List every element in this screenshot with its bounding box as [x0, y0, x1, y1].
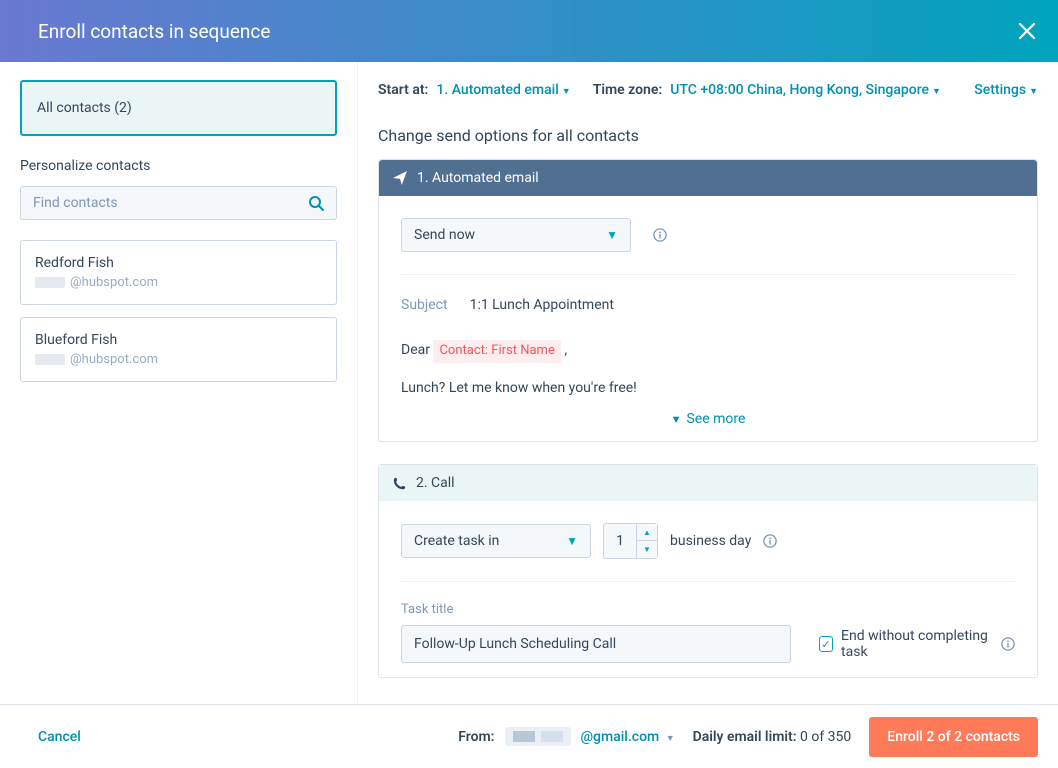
modal-header: Enroll contacts in sequence	[0, 0, 1058, 62]
contact-email: @hubspot.com	[35, 275, 322, 290]
chevron-down-icon: ▼	[562, 87, 571, 97]
chevron-down-icon: ▼	[932, 87, 941, 97]
body-line: Lunch? Let me know when you're free!	[401, 377, 1015, 399]
contact-card[interactable]: Blueford Fish @hubspot.com	[20, 317, 337, 382]
step-automated-email: 1. Automated email Send now ▼ Subject 1:…	[378, 159, 1038, 442]
from-domain-dropdown[interactable]: @gmail.com ▼	[581, 729, 675, 745]
send-timing-dropdown[interactable]: Send now ▼	[401, 218, 631, 252]
contact-email: @hubspot.com	[35, 352, 322, 367]
email-body-preview: Dear Contact: First Name , Lunch? Let me…	[401, 339, 1015, 399]
see-more-link[interactable]: ▼See more	[401, 411, 1015, 427]
step-title: 2. Call	[416, 475, 455, 491]
chevron-down-icon: ▼	[671, 413, 682, 426]
subject-label: Subject	[401, 297, 448, 313]
info-icon[interactable]	[1001, 637, 1015, 651]
footer: Cancel From: @gmail.com ▼ Daily email li…	[0, 704, 1058, 768]
from-label: From:	[458, 729, 494, 745]
redacted-box	[35, 277, 65, 288]
task-title-input[interactable]	[401, 625, 791, 663]
info-icon[interactable]	[763, 534, 777, 548]
content: Start at: 1. Automated email▼ Time zone:…	[358, 62, 1058, 704]
all-contacts-tab[interactable]: All contacts (2)	[20, 80, 337, 136]
stepper-up[interactable]: ▲	[637, 524, 657, 541]
chevron-down-icon: ▼	[566, 534, 578, 548]
paper-plane-icon	[393, 171, 407, 185]
timezone-dropdown[interactable]: UTC +08:00 China, Hong Kong, Singapore▼	[670, 82, 941, 98]
change-options-heading: Change send options for all contacts	[378, 126, 1038, 145]
search-box[interactable]	[20, 186, 337, 220]
from-email-pill[interactable]	[505, 727, 571, 746]
greeting-suffix: ,	[564, 342, 567, 358]
days-input[interactable]	[604, 525, 636, 557]
checkbox-icon: ✓	[819, 636, 833, 652]
cancel-button[interactable]: Cancel	[38, 729, 81, 745]
redacted-box	[35, 354, 65, 365]
content-topbar: Start at: 1. Automated email▼ Time zone:…	[378, 82, 1038, 98]
chevron-down-icon: ▼	[1029, 87, 1038, 97]
chevron-down-icon: ▼	[666, 734, 675, 744]
step-header[interactable]: 2. Call	[379, 465, 1037, 501]
step-header[interactable]: 1. Automated email	[379, 160, 1037, 196]
contact-name: Redford Fish	[35, 255, 322, 271]
timezone-label: Time zone:	[593, 82, 662, 98]
business-day-label: business day	[670, 533, 751, 549]
email-suffix: @hubspot.com	[70, 352, 158, 367]
greeting-prefix: Dear	[401, 342, 433, 358]
email-suffix: @hubspot.com	[70, 275, 158, 290]
contact-name: Blueford Fish	[35, 332, 322, 348]
personalize-label: Personalize contacts	[20, 158, 337, 174]
search-input[interactable]	[33, 195, 308, 211]
start-at-dropdown[interactable]: 1. Automated email▼	[436, 82, 570, 98]
create-task-dropdown[interactable]: Create task in ▼	[401, 524, 591, 558]
start-at-label: Start at:	[378, 82, 428, 98]
chevron-down-icon: ▼	[606, 228, 618, 242]
subject-value: 1:1 Lunch Appointment	[470, 297, 614, 313]
search-icon[interactable]	[308, 195, 324, 211]
modal-title: Enroll contacts in sequence	[38, 20, 270, 43]
step-call: 2. Call Create task in ▼ ▲ ▼ bus	[378, 464, 1038, 678]
close-icon[interactable]	[1018, 22, 1036, 40]
settings-link[interactable]: Settings▼	[974, 82, 1038, 98]
phone-icon	[393, 477, 406, 490]
enroll-button[interactable]: Enroll 2 of 2 contacts	[869, 717, 1038, 757]
stepper-down[interactable]: ▼	[637, 541, 657, 558]
personalization-token[interactable]: Contact: First Name	[433, 340, 560, 363]
sidebar: All contacts (2) Personalize contacts Re…	[0, 62, 358, 704]
redacted-box	[541, 731, 563, 742]
checkbox-label: End without completing task	[841, 628, 993, 660]
step-title: 1. Automated email	[417, 170, 539, 186]
daily-limit: Daily email limit: 0 of 350	[693, 729, 852, 745]
redacted-box	[513, 731, 535, 742]
contact-card[interactable]: Redford Fish @hubspot.com	[20, 240, 337, 305]
task-title-label: Task title	[401, 602, 1015, 617]
info-icon[interactable]	[653, 228, 667, 242]
days-stepper[interactable]: ▲ ▼	[603, 523, 658, 559]
end-without-checkbox[interactable]: ✓ End without completing task	[819, 628, 1015, 660]
